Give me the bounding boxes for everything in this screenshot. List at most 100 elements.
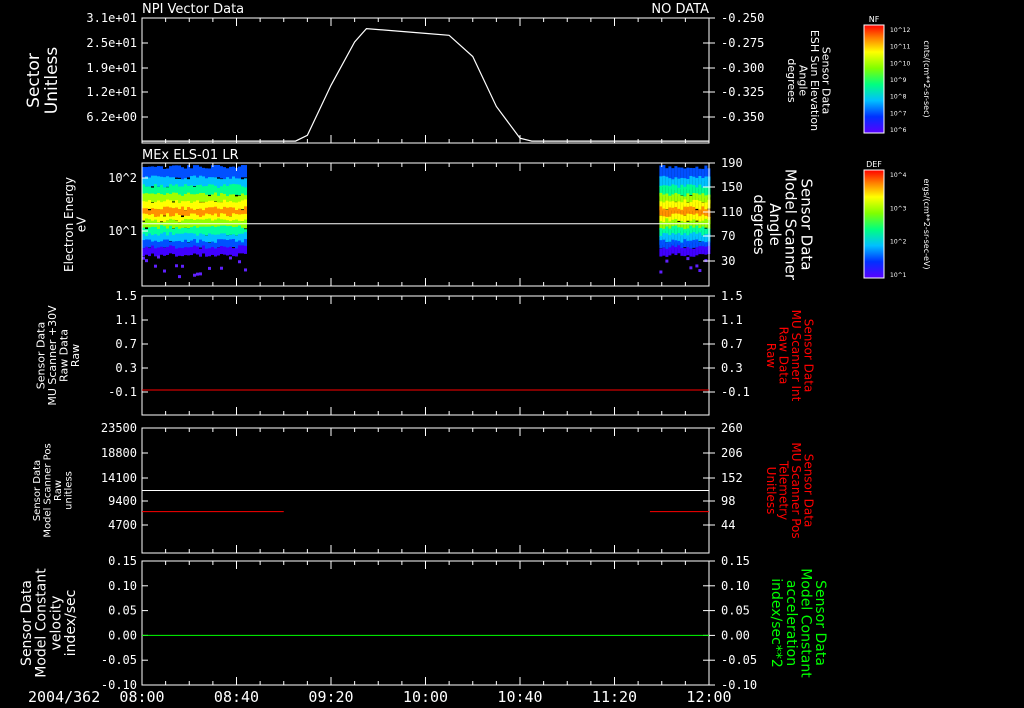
spectrogram-cell	[677, 213, 681, 221]
spectrogram-cell	[196, 246, 199, 255]
y-tick-label-right: 150	[721, 180, 743, 194]
x-tick-label: 12:00	[686, 688, 731, 706]
spectrogram-cell	[154, 248, 157, 257]
y-tick-label-left: 2.5e+01	[86, 36, 137, 50]
spectrogram-cell	[689, 206, 693, 216]
spectrogram-cell	[160, 194, 163, 203]
spectrogram-cell	[157, 176, 160, 187]
spectrogram-cell	[157, 247, 160, 256]
spectrogram-cell	[229, 184, 232, 195]
spectrogram-cell	[680, 227, 684, 237]
spectrogram-cell	[151, 245, 154, 254]
y-tick-label-right: 0.05	[721, 604, 750, 618]
spectrogram-cell	[223, 167, 226, 180]
spectrogram-cell	[232, 194, 235, 204]
spectrogram-cell	[199, 175, 202, 187]
y-tick-label-left: 0.3	[115, 361, 137, 375]
y-tick-label-right: 1.5	[721, 289, 743, 303]
x-tick-label: 10:00	[403, 688, 448, 706]
nf-colorbar-tick: 10^9	[890, 77, 907, 84]
spectrogram-cell	[154, 264, 157, 268]
spectrogram-cell	[163, 239, 166, 248]
spectrogram-cell	[686, 167, 690, 180]
spectrogram-cell	[166, 239, 169, 248]
spectrogram-cell	[157, 200, 160, 210]
axis-label-line: index/sec**2	[768, 578, 784, 668]
spectrogram-cell	[662, 208, 666, 218]
spectrogram-cell	[704, 165, 708, 178]
axis-label-line: degrees	[785, 58, 798, 103]
y-tick-label-left: 4700	[108, 518, 137, 532]
spectrogram-cell	[178, 165, 181, 178]
spectrogram-cell	[698, 246, 702, 255]
y-tick-label-left: 14100	[101, 471, 137, 485]
spectrogram-cell	[659, 192, 663, 202]
spectrogram-cell	[244, 245, 247, 254]
x-tick-label: 09:20	[308, 688, 353, 706]
spectrogram-cell	[172, 246, 175, 255]
spectrogram-cell	[178, 240, 181, 249]
def-colorbar-tick: 10^4	[890, 172, 907, 179]
spectrogram-cell	[202, 176, 205, 188]
spectrogram-cell	[659, 227, 663, 237]
axis-label-line: Unitless	[764, 467, 778, 515]
spectrogram-cell	[689, 213, 693, 222]
spectrogram-cell	[175, 165, 178, 178]
def-colorbar-tick: 10^3	[890, 205, 907, 212]
spectrogram-cell	[163, 206, 166, 216]
spectrogram-cell	[211, 246, 214, 255]
spectrogram-cell	[692, 248, 696, 257]
panel-5-left-label: Sensor DataModel Constantvelocityindex/s…	[19, 568, 79, 678]
spectrogram-cell	[659, 165, 663, 178]
panel-1-frame	[141, 17, 710, 144]
y-tick-label-left: 10^1	[108, 224, 137, 238]
y-tick-label-right: -0.325	[721, 85, 764, 99]
spectrogram-cell	[695, 166, 699, 179]
y-tick-label-right: 190	[721, 156, 743, 170]
spectrogram-cell	[193, 175, 196, 187]
spectrogram-cell	[659, 176, 663, 187]
spectrogram-cell	[232, 213, 235, 221]
spectrogram-cell	[668, 166, 672, 179]
spectrogram-cell	[175, 241, 178, 250]
spectrogram-cell	[701, 214, 705, 222]
y-tick-label-right: 0.7	[721, 337, 743, 351]
spectrogram-cell	[214, 192, 217, 202]
spectrogram-cell	[148, 248, 151, 257]
y-tick-label-right: -0.05	[721, 653, 757, 667]
spectrogram-cell	[659, 270, 663, 274]
spectrogram-cell	[151, 226, 154, 236]
spectrogram-cell	[211, 226, 214, 235]
y-tick-label-left: 18800	[101, 446, 137, 460]
spectrogram-cell	[220, 213, 223, 221]
spectrogram-cell	[229, 226, 232, 235]
y-tick-label-right: 70	[721, 229, 735, 243]
panel-1-right-label: Sensor DataESH Sun ElevationAngledegrees	[785, 30, 833, 131]
plot-canvas: NPI Vector Data NO DATA 3.1e+01 2.5e+01 1.9e…	[19, 2, 931, 706]
spectrogram-cell	[668, 186, 672, 197]
spectrogram-cell	[178, 194, 181, 204]
panel-3-frame	[141, 295, 710, 416]
spectrogram-cell	[169, 207, 172, 217]
spectrogram-cell	[662, 165, 666, 178]
axis-label-line: Raw	[53, 480, 64, 501]
spectrogram-cell	[244, 165, 247, 178]
spectrogram-cell	[220, 225, 223, 235]
spectrogram-cell	[238, 260, 241, 264]
axis-label-line: unitless	[63, 471, 74, 510]
y-tick-label-right: 0.10	[721, 579, 750, 593]
spectrogram-cell	[220, 266, 223, 270]
spectrogram-cell	[241, 214, 244, 222]
y-tick-label-right: 0.15	[721, 554, 750, 568]
spectrogram-cell	[220, 166, 223, 179]
y-tick-label-right: 1.1	[721, 313, 743, 327]
spectrogram-cell	[181, 248, 184, 257]
spectrogram-cell	[698, 201, 702, 210]
spectrogram-cell	[680, 184, 684, 196]
spectrogram-cell	[223, 239, 226, 248]
x-tick-label: 08:00	[119, 688, 164, 706]
nf-colorbar-tick: 10^10	[890, 60, 910, 67]
spectrogram-cell	[674, 166, 678, 179]
def-colorbar-label: DEF	[866, 160, 882, 169]
spectrogram-cell	[205, 248, 208, 257]
